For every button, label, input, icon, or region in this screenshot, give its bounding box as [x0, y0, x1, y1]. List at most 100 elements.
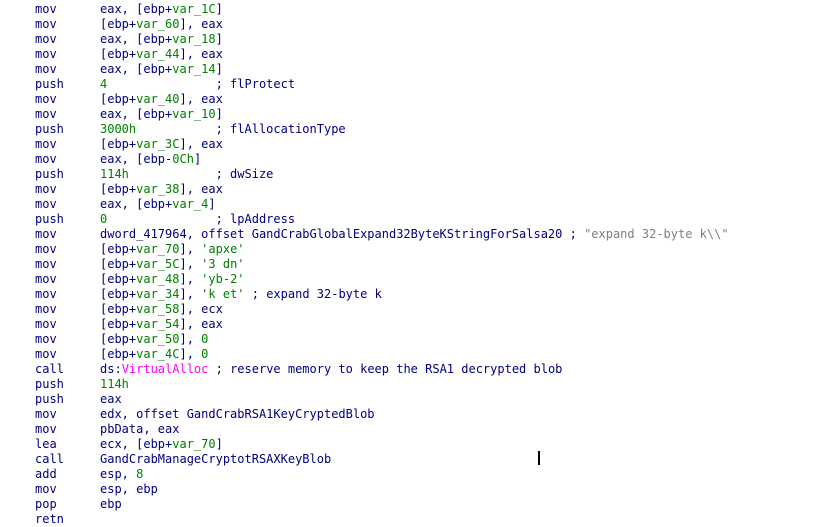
operand-token: 0Ch: [172, 152, 194, 166]
instruction-operands: [ebp+var_48], 'yb-2': [100, 272, 245, 287]
instruction-mnemonic: pop: [35, 497, 57, 511]
operand-token: var_40: [136, 92, 180, 106]
operand-token: var_54: [136, 317, 180, 331]
instruction-mnemonic: mov: [35, 92, 57, 106]
instruction-operands: 4 ; flProtect: [100, 77, 295, 92]
operand-token: eax, [ebp+: [100, 2, 173, 16]
instruction-operands: [ebp+var_4C], 0: [100, 347, 208, 362]
instruction-mnemonic: call: [35, 452, 64, 466]
operand-token: ],: [179, 287, 202, 301]
operand-token: var_58: [136, 302, 180, 316]
operand-token: ], eax: [179, 92, 223, 106]
operand-token: VirtualAlloc: [121, 362, 209, 376]
instruction-operands: eax, [ebp+var_1C]: [100, 2, 223, 17]
operand-token: ]: [193, 152, 202, 166]
operand-token: ds:: [100, 362, 122, 376]
operand-token: [ebp+: [100, 17, 137, 31]
operand-token: ],: [179, 242, 202, 256]
operand-token: var_70: [172, 437, 216, 451]
operand-token: eax, [ebp+: [100, 197, 173, 211]
instruction-mnemonic: lea: [35, 437, 57, 451]
operand-token: "expand 32-byte k\\": [584, 227, 729, 241]
instruction-mnemonic: push: [35, 167, 64, 181]
instruction-operands: [ebp+var_54], eax: [100, 317, 223, 332]
operand-token: var_34: [136, 287, 180, 301]
operand-token: var_10: [172, 107, 216, 121]
operand-token: [ebp+: [100, 92, 137, 106]
operand-token: [ebp+: [100, 317, 137, 331]
operand-token: var_4C: [136, 347, 180, 361]
operand-token: ], eax: [179, 47, 223, 61]
operand-token: ; flProtect: [107, 77, 296, 91]
instruction-mnemonic: mov: [35, 107, 57, 121]
instruction-operands: [ebp+var_40], eax: [100, 92, 223, 107]
instruction-mnemonic: mov: [35, 347, 57, 361]
instruction-operands: ds:VirtualAlloc ; reserve memory to keep…: [100, 362, 562, 377]
operand-token: 'apxe': [201, 242, 245, 256]
operand-token: eax, [ebp+: [100, 32, 173, 46]
instruction-operands: [ebp+var_34], 'k et' ; expand 32-byte k: [100, 287, 382, 302]
operand-token: pbData, eax: [100, 422, 180, 436]
instruction-operands: 114h ; dwSize: [100, 167, 273, 182]
operand-token: var_38: [136, 182, 180, 196]
instruction-mnemonic: mov: [35, 182, 57, 196]
operand-token: ]: [215, 2, 223, 16]
operand-token: dword_417964, offset GandCrabGlobalExpan…: [100, 227, 585, 241]
operand-token: ],: [179, 257, 202, 271]
instruction-mnemonic: mov: [35, 407, 57, 421]
operand-token: 8: [136, 467, 144, 481]
instruction-operands: 0 ; lpAddress: [100, 212, 295, 227]
instruction-mnemonic: mov: [35, 137, 57, 151]
instruction-operands: [ebp+var_50], 0: [100, 332, 208, 347]
operand-token: [ebp+: [100, 137, 137, 151]
instruction-operands: [ebp+var_5C], '3 dn': [100, 257, 245, 272]
operand-token: ],: [179, 272, 202, 286]
instruction-mnemonic: mov: [35, 2, 57, 16]
operand-token: [ebp+: [100, 47, 137, 61]
operand-token: var_1C: [172, 2, 216, 16]
operand-token: esp,: [100, 467, 137, 481]
operand-token: ; reserve memory to keep the RSA1 decryp…: [208, 362, 563, 376]
instruction-operands: [ebp+var_44], eax: [100, 47, 223, 62]
operand-token: [ebp+: [100, 242, 137, 256]
instruction-mnemonic: mov: [35, 47, 57, 61]
operand-token: 'yb-2': [201, 272, 245, 286]
operand-token: [ebp+: [100, 302, 137, 316]
instruction-operands: 114h: [100, 377, 129, 392]
operand-token: var_18: [172, 32, 216, 46]
instruction-mnemonic: mov: [35, 62, 57, 76]
operand-token: ]: [215, 107, 223, 121]
operand-token: ; flAllocationType: [136, 122, 346, 136]
instruction-operands: [ebp+var_60], eax: [100, 17, 223, 32]
instruction-operands: [ebp+var_3C], eax: [100, 137, 223, 152]
operand-token: var_5C: [136, 257, 180, 271]
instruction-mnemonic: push: [35, 377, 64, 391]
operand-token: var_60: [136, 17, 180, 31]
operand-token: ],: [179, 332, 202, 346]
operand-token: 114h: [100, 377, 129, 391]
text-cursor: [538, 451, 540, 465]
instruction-operands: [ebp+var_70], 'apxe': [100, 242, 245, 257]
operand-token: [ebp+: [100, 257, 137, 271]
operand-token: eax, [ebp+: [100, 107, 173, 121]
operand-token: ], ecx: [179, 302, 223, 316]
operand-token: [ebp+: [100, 272, 137, 286]
operand-token: ebp: [100, 497, 122, 511]
operand-token: eax, [ebp-: [100, 152, 173, 166]
instruction-mnemonic: mov: [35, 317, 57, 331]
instruction-mnemonic: mov: [35, 227, 57, 241]
operand-token: [ebp+: [100, 287, 137, 301]
instruction-operands: GandCrabManageCryptotRSAXKeyBlob: [100, 452, 331, 467]
operand-token: ecx, [ebp+: [100, 437, 173, 451]
operand-token: var_4: [172, 197, 209, 211]
disassembly-view[interactable]: mov eax, [ebp+var_1C] mov [ebp+var_60], eax…: [0, 0, 822, 526]
operand-token: ]: [208, 197, 216, 211]
operand-token: 3000h: [100, 122, 137, 136]
operand-token: ]: [215, 32, 223, 46]
instruction-operands: [ebp+var_58], ecx: [100, 302, 223, 317]
instruction-operands: dword_417964, offset GandCrabGlobalExpan…: [100, 227, 729, 242]
operand-token: var_3C: [136, 137, 180, 151]
operand-token: var_14: [172, 62, 216, 76]
instruction-mnemonic: mov: [35, 242, 57, 256]
operand-token: var_48: [136, 272, 180, 286]
